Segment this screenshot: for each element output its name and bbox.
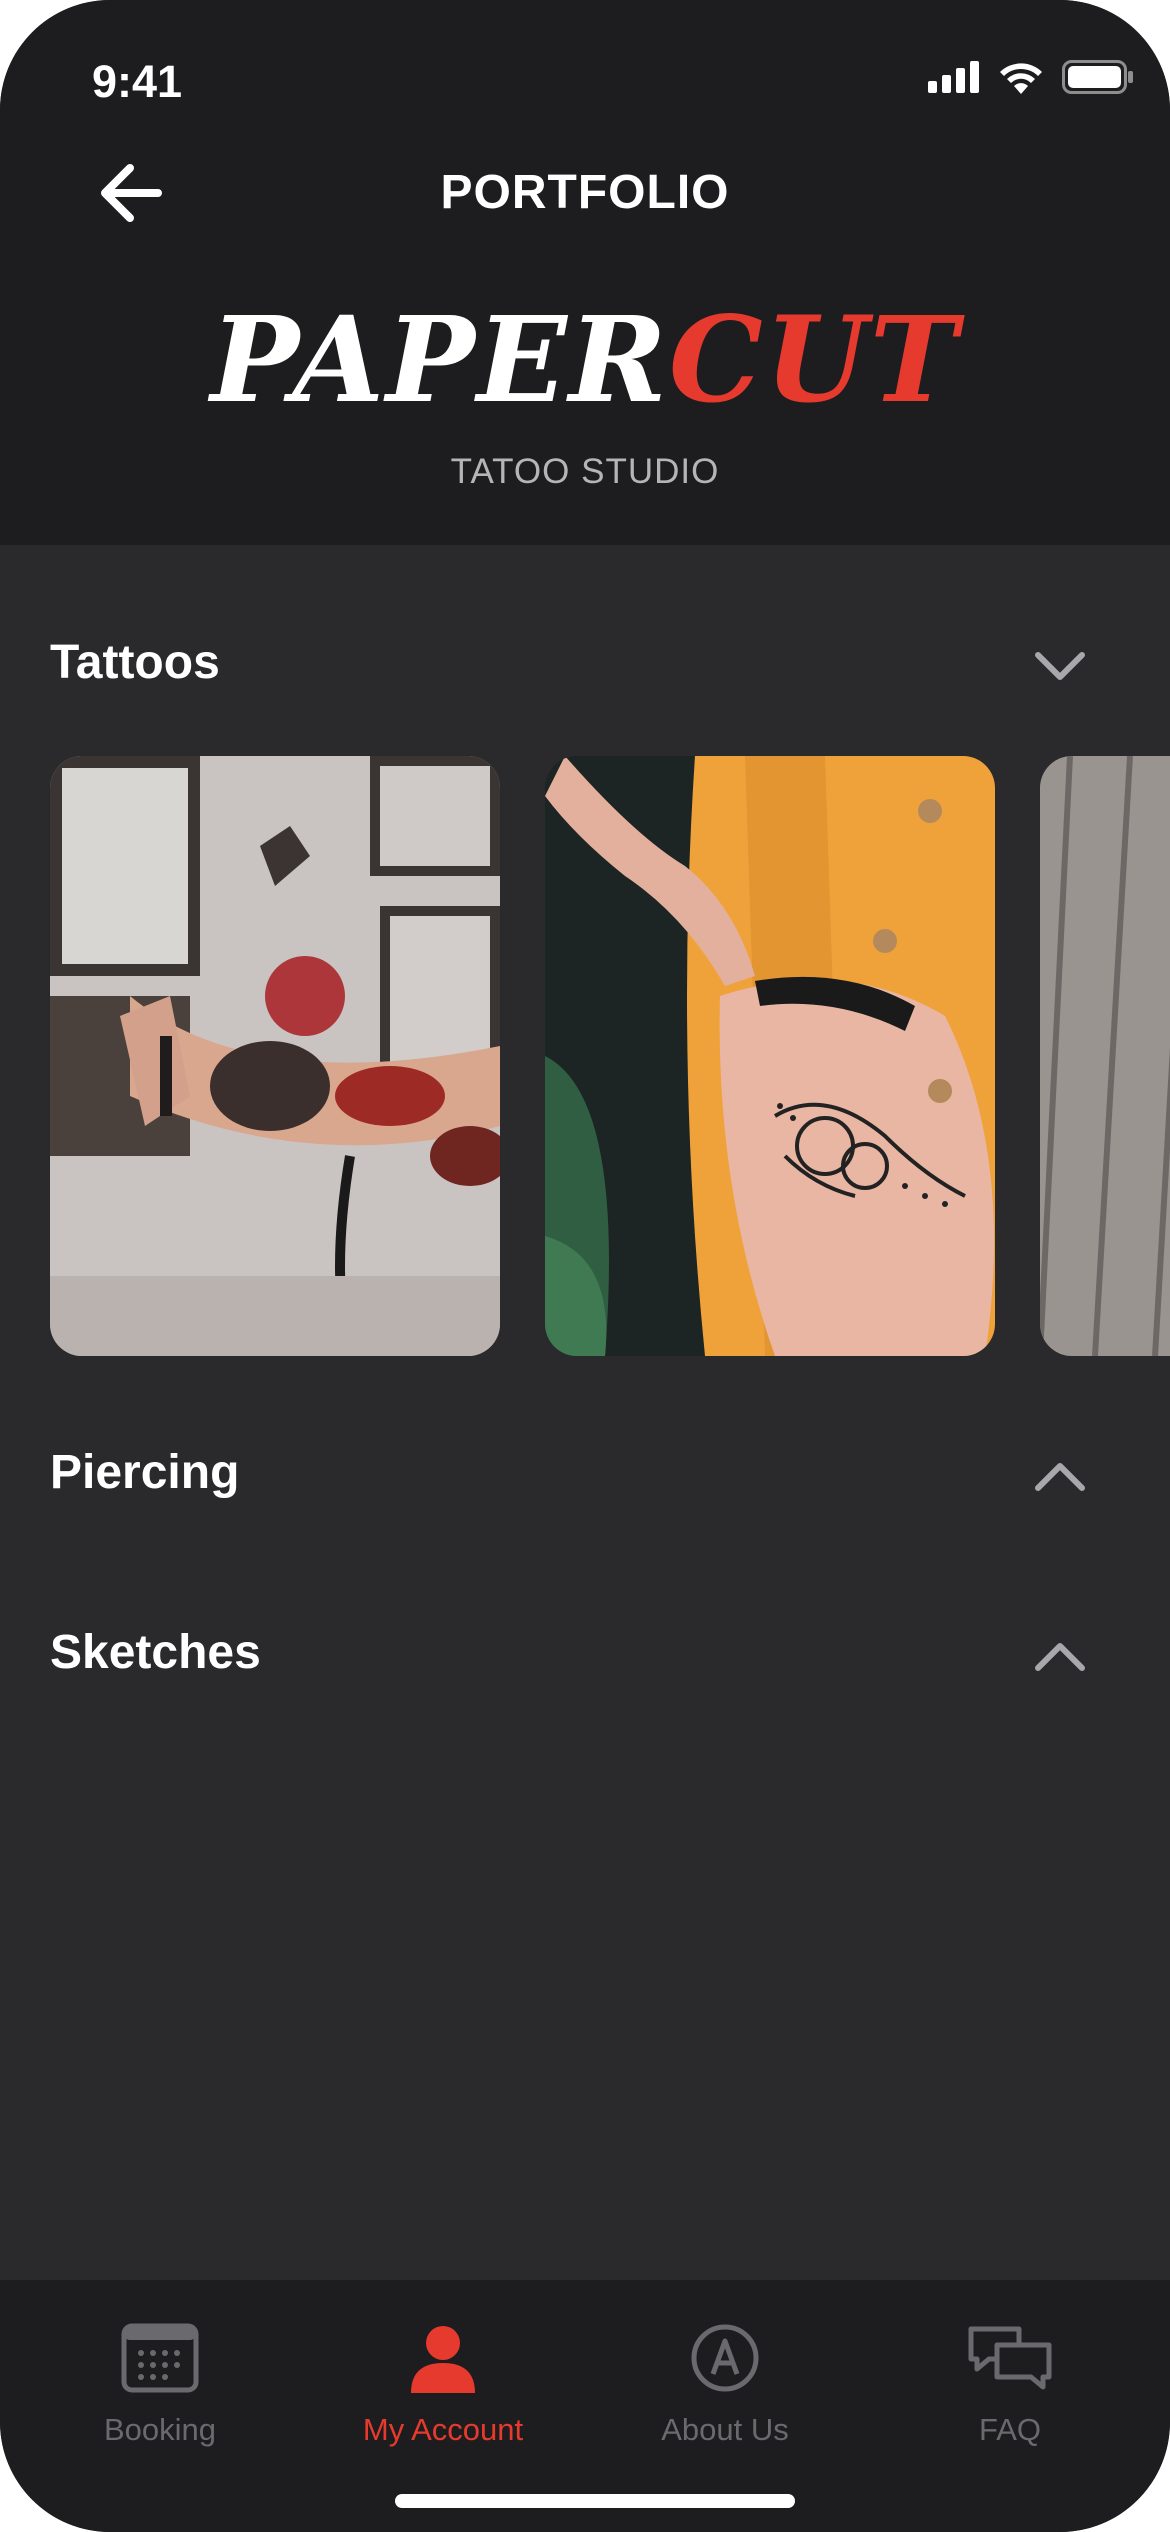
studio-subtitle: TATOO STUDIO [450, 452, 720, 491]
section-title-piercing[interactable]: Piercing [50, 1445, 239, 1500]
gallery-item[interactable] [545, 756, 995, 1356]
user-icon [411, 2326, 475, 2393]
tattoo-gallery[interactable] [50, 756, 1170, 1356]
tab-booking-label: Booking [103, 2412, 217, 2447]
chevron-up-icon[interactable] [1032, 1638, 1088, 1678]
home-indicator[interactable] [395, 2494, 795, 2508]
thigh-tattoo-photo [545, 756, 995, 1356]
gallery-item[interactable] [50, 756, 500, 1356]
signal-icon [928, 61, 979, 93]
status-icons [928, 60, 1134, 94]
section-title-tattoos[interactable]: Tattoos [50, 635, 220, 690]
tab-about-us-label: About Us [661, 2412, 789, 2447]
logo-part-cut: CUT [668, 290, 960, 429]
wifi-icon [1000, 63, 1042, 94]
chevron-up-icon[interactable] [1032, 1458, 1088, 1498]
logo-part-paper: PAPER [210, 290, 669, 429]
tattoo-arm-photo [50, 756, 500, 1356]
gallery-item[interactable] [1040, 756, 1170, 1356]
tab-my-account[interactable]: My Account [323, 2318, 563, 2448]
tab-about-us[interactable]: About Us [605, 2318, 845, 2448]
tab-bar: Booking My Account About Us FAQ [0, 2280, 1170, 2532]
battery-icon [1062, 60, 1133, 94]
app-screen: 9:41 PORTFOLIO PAPERCUT TATOO STUDIO Tat… [0, 0, 1170, 2532]
header: 9:41 PORTFOLIO PAPERCUT TATOO STUDIO [0, 0, 1170, 545]
chevron-down-icon[interactable] [1032, 645, 1088, 685]
calendar-icon [121, 2323, 199, 2393]
tab-faq[interactable]: FAQ [890, 2318, 1130, 2448]
section-title-sketches[interactable]: Sketches [50, 1625, 261, 1680]
wood-deck-photo [1040, 756, 1170, 1356]
studio-logo: PAPERCUT [0, 300, 1170, 420]
tab-booking[interactable]: Booking [40, 2318, 280, 2448]
page-title: PORTFOLIO [440, 166, 730, 219]
about-icon [691, 2324, 759, 2392]
tab-faq-label: FAQ [978, 2412, 1041, 2447]
tab-my-account-label: My Account [362, 2412, 524, 2447]
chat-icon [968, 2326, 1052, 2390]
status-time: 9:41 [92, 56, 183, 107]
